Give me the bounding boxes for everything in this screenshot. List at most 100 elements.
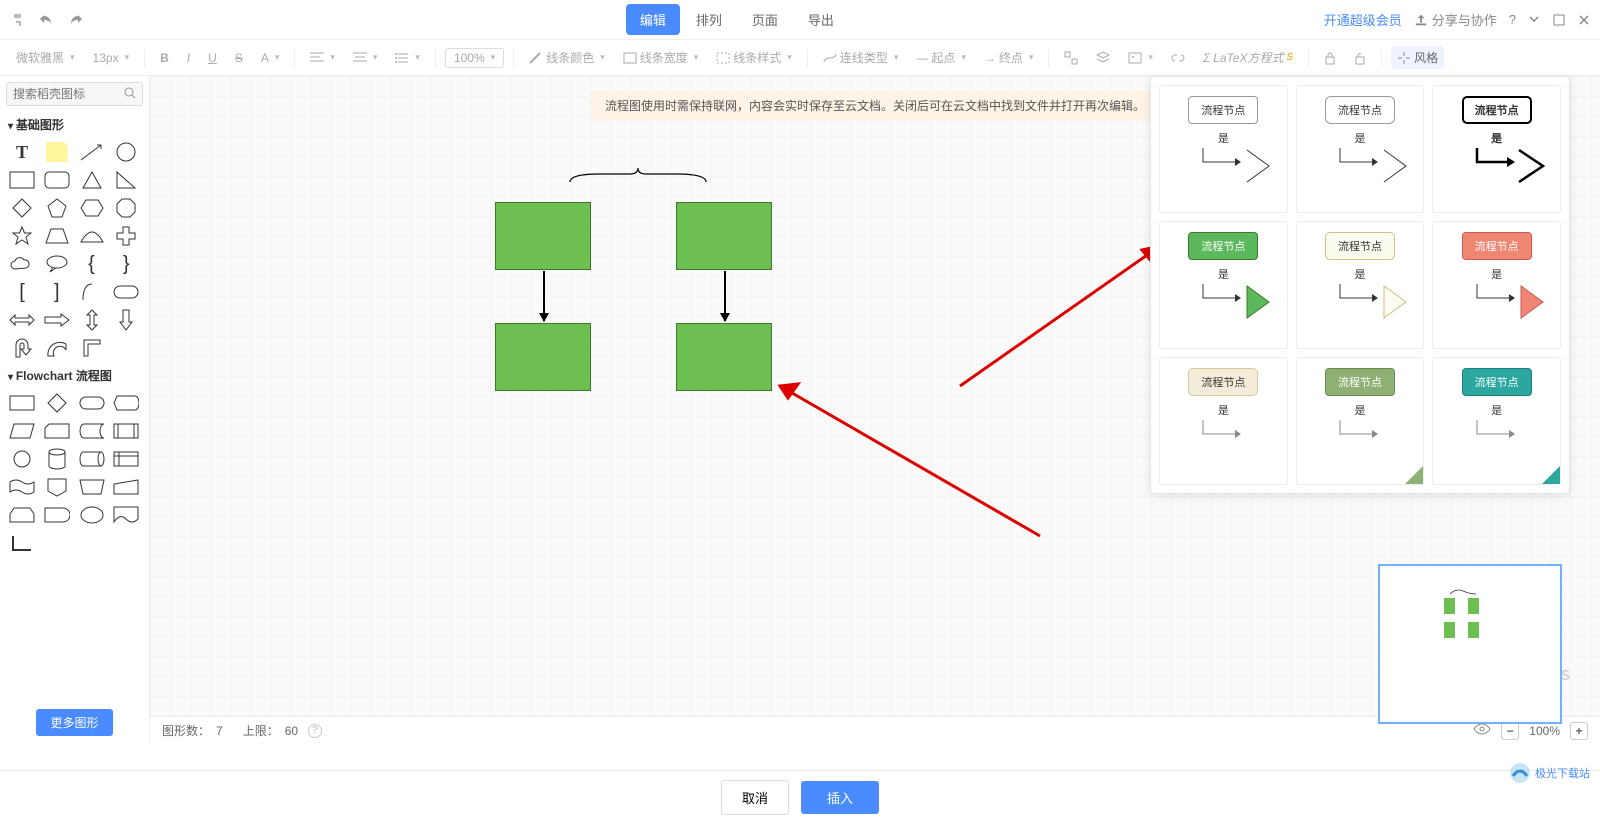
flow-predef[interactable] (112, 420, 140, 442)
shape-pill[interactable] (112, 281, 140, 303)
shape-trapezoid[interactable] (43, 225, 71, 247)
minimap[interactable] (1378, 564, 1562, 724)
style-card-4[interactable]: 流程节点 是 (1159, 221, 1288, 349)
flow-terminator[interactable] (78, 392, 106, 414)
shape-arrow-line[interactable] (78, 141, 106, 163)
image-icon[interactable] (1122, 49, 1159, 67)
zoom-select[interactable]: 100% (445, 48, 504, 68)
shape-circle[interactable] (112, 141, 140, 163)
lock-icon[interactable] (1318, 48, 1342, 68)
underline-button[interactable]: U (202, 48, 223, 68)
valign-button[interactable] (347, 49, 384, 67)
flow-data[interactable] (8, 420, 36, 442)
cancel-button[interactable]: 取消 (721, 780, 789, 815)
shape-chord[interactable] (78, 225, 106, 247)
flow-direct[interactable] (78, 448, 106, 470)
list-button[interactable] (389, 49, 426, 67)
flow-box-1[interactable] (495, 202, 591, 270)
connect-type-button[interactable]: 连线类型 (817, 46, 905, 69)
flow-stored[interactable] (78, 420, 106, 442)
shape-callout[interactable] (43, 253, 71, 275)
flow-display[interactable] (112, 392, 140, 414)
shape-note[interactable] (43, 141, 71, 163)
redo-icon[interactable] (66, 11, 84, 29)
flow-card[interactable] (43, 420, 71, 442)
shape-arc[interactable] (43, 337, 71, 359)
flow-process[interactable] (8, 392, 36, 414)
visibility-icon[interactable] (1473, 723, 1491, 738)
line-start-button[interactable]: — 起点 (910, 46, 972, 69)
link-icon[interactable] (1165, 48, 1191, 68)
section-basic-shapes[interactable]: 基础图形 (0, 112, 149, 137)
tab-page[interactable]: 页面 (738, 4, 792, 35)
italic-button[interactable]: I (181, 48, 196, 68)
font-size-select[interactable]: 13px (87, 48, 136, 68)
flow-offpage[interactable] (43, 476, 71, 498)
flow-loop-limit[interactable] (8, 504, 36, 526)
shape-curve[interactable] (78, 281, 106, 303)
flow-internal[interactable] (112, 448, 140, 470)
format-painter-icon[interactable] (10, 11, 28, 29)
shape-arrow-down[interactable] (112, 309, 140, 331)
minimize-icon[interactable] (1528, 14, 1540, 26)
shape-star[interactable] (8, 225, 36, 247)
flow-arrow-2[interactable] (724, 271, 726, 321)
share-button[interactable]: 分享与协作 (1414, 10, 1497, 29)
latex-button[interactable]: Σ LaTeX方程式 S (1197, 46, 1299, 69)
shape-arrow-right[interactable] (43, 309, 71, 331)
layer-icon[interactable] (1090, 48, 1116, 68)
distribute-icon[interactable] (1058, 48, 1084, 68)
limit-info-icon[interactable]: ? (308, 724, 322, 738)
font-family-select[interactable]: 微软雅黑 (10, 46, 81, 69)
line-end-button[interactable]: → 终点 (978, 46, 1040, 69)
style-card-2[interactable]: 流程节点 是 (1296, 85, 1425, 213)
unlock-icon[interactable] (1348, 48, 1372, 68)
shape-text[interactable]: T (8, 141, 36, 163)
flow-database[interactable] (43, 448, 71, 470)
flow-box-4[interactable] (676, 323, 772, 391)
style-card-8[interactable]: 流程节点 是 (1296, 357, 1425, 485)
flow-arrow-1[interactable] (543, 271, 545, 321)
flow-bracket[interactable] (8, 532, 36, 554)
flow-box-2[interactable] (676, 202, 772, 270)
shape-arrow-updown[interactable] (78, 309, 106, 331)
shape-rect[interactable] (8, 169, 36, 191)
section-flowchart[interactable]: Flowchart 流程图 (0, 363, 149, 388)
strikethrough-button[interactable]: S (229, 48, 249, 68)
search-icon[interactable] (123, 86, 137, 103)
flow-document[interactable] (112, 504, 140, 526)
flow-connector[interactable] (8, 448, 36, 470)
zoom-out-button[interactable]: − (1501, 722, 1519, 740)
tab-export[interactable]: 导出 (794, 4, 848, 35)
style-card-1[interactable]: 流程节点 是 (1159, 85, 1288, 213)
shape-bracket-left[interactable]: [ (8, 281, 36, 303)
line-style-button[interactable]: 线条样式 (710, 46, 798, 69)
line-color-button[interactable]: 线条颜色 (523, 46, 611, 69)
shape-arrow-leftright[interactable] (8, 309, 36, 331)
undo-icon[interactable] (38, 11, 56, 29)
style-button[interactable]: 风格 (1391, 46, 1444, 69)
shape-hexagon[interactable] (78, 197, 106, 219)
flow-tape[interactable] (8, 476, 36, 498)
align-button[interactable] (304, 49, 341, 67)
line-width-button[interactable]: 线条宽度 (617, 46, 705, 69)
flow-manual[interactable] (78, 476, 106, 498)
tab-edit[interactable]: 编辑 (626, 4, 680, 35)
flow-box-3[interactable] (495, 323, 591, 391)
insert-button[interactable]: 插入 (801, 781, 879, 814)
bold-button[interactable]: B (154, 48, 175, 68)
shape-right-triangle[interactable] (112, 169, 140, 191)
style-card-7[interactable]: 流程节点 是 (1159, 357, 1288, 485)
style-card-5[interactable]: 流程节点 是 (1296, 221, 1425, 349)
style-card-6[interactable]: 流程节点 是 (1432, 221, 1561, 349)
shape-uturn[interactable] (8, 337, 36, 359)
shape-corner[interactable] (78, 337, 106, 359)
shape-bracket-right[interactable]: ] (43, 281, 71, 303)
flow-ellipse2[interactable] (78, 504, 106, 526)
fullscreen-icon[interactable] (1552, 13, 1566, 27)
shape-cloud[interactable] (8, 253, 36, 275)
more-shapes-button[interactable]: 更多图形 (36, 709, 112, 736)
text-color-button[interactable]: A (255, 48, 286, 68)
flow-delay[interactable] (43, 504, 71, 526)
help-icon[interactable]: ? (1509, 12, 1516, 27)
